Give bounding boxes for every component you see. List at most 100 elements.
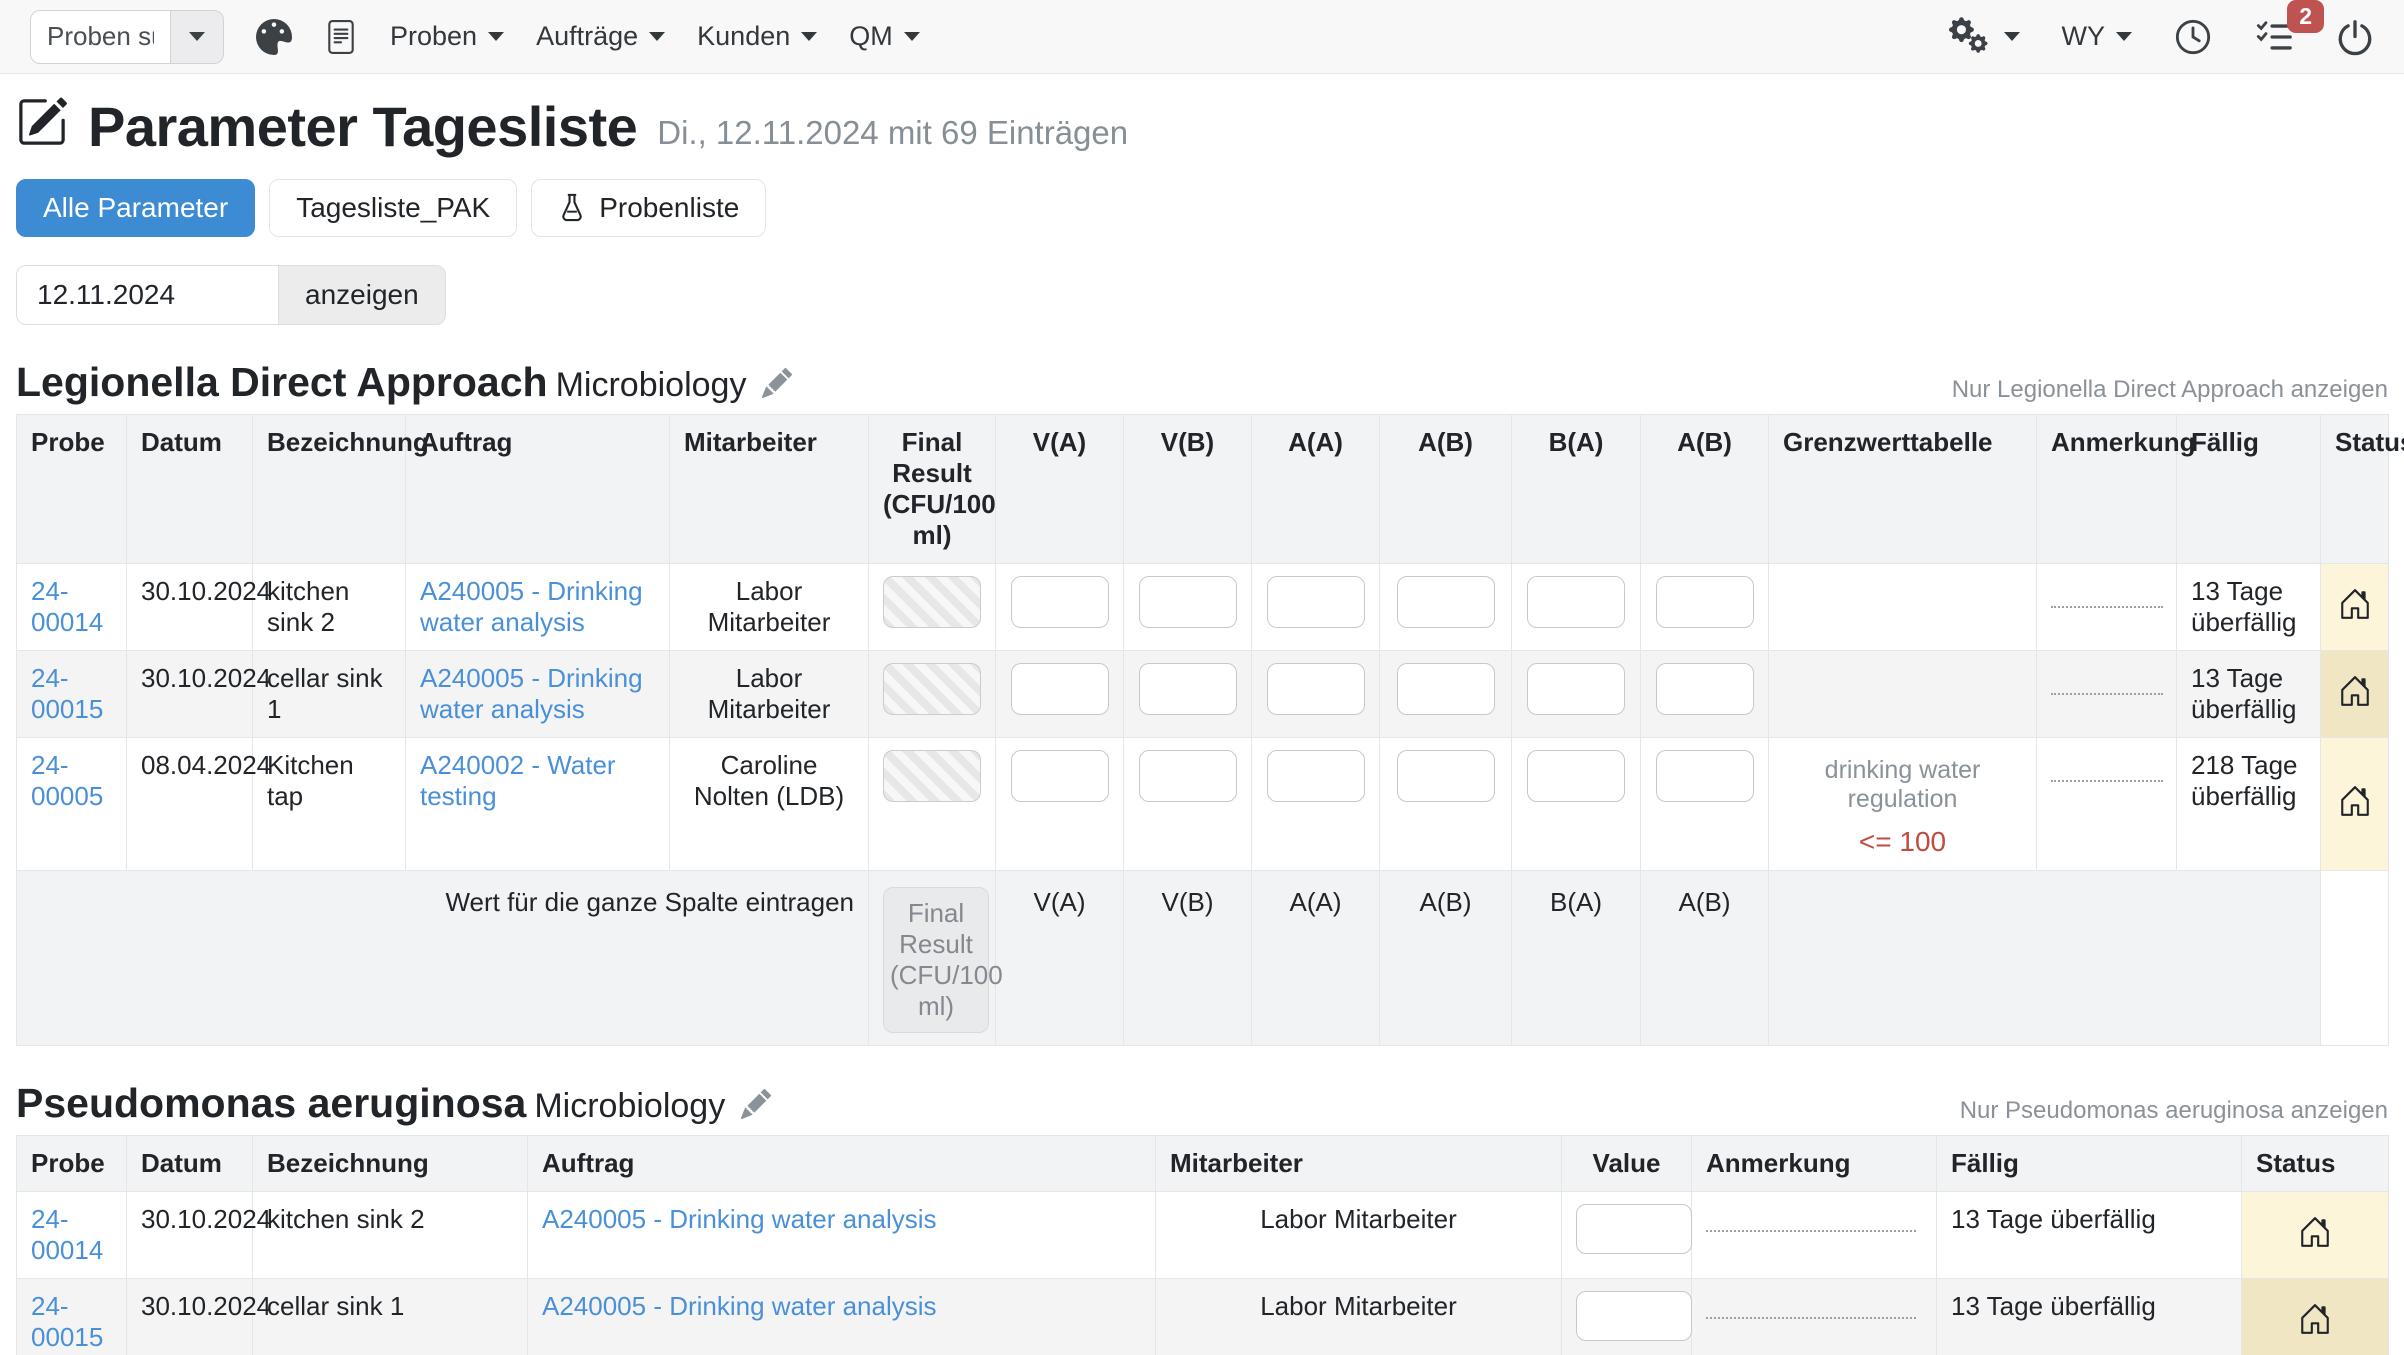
ab-input[interactable] [1397,576,1495,628]
sample-search-group [30,10,224,64]
navbar-right: WY 2 [1949,17,2375,57]
menu-auftraege[interactable]: Aufträge [536,21,665,52]
date-filter: anzeigen [16,265,2388,325]
home-icon[interactable] [2338,684,2372,714]
fill-ab-button[interactable]: A(B) [1420,887,1472,918]
ab-input[interactable] [1397,750,1495,802]
footer-status-spacer [2321,871,2389,1046]
aa-input[interactable] [1267,750,1365,802]
col-va: V(A) [996,415,1124,564]
vb-input[interactable] [1139,750,1237,802]
chevron-down-icon [488,32,504,41]
chevron-down-icon [801,32,817,41]
anmerkung-field[interactable] [1706,1230,1916,1232]
menu-kunden[interactable]: Kunden [697,21,817,52]
anmerkung-field[interactable] [2051,780,2163,782]
fill-ab2-button[interactable]: A(B) [1679,887,1731,918]
home-icon[interactable] [2298,1225,2332,1255]
table-header-row: Probe Datum Bezeichnung Auftrag Mitarbei… [17,415,2389,564]
ba-input[interactable] [1527,750,1625,802]
user-menu[interactable]: WY [2062,21,2133,52]
ab2-input[interactable] [1656,750,1754,802]
anmerkung-field[interactable] [2051,606,2163,608]
probe-link[interactable]: 24-00015 [31,1291,103,1352]
bezeichnung-cell: kitchen sink 2 [253,564,406,651]
probe-link[interactable]: 24-00015 [31,663,103,724]
search-dropdown-button[interactable] [170,10,224,64]
probe-link[interactable]: 24-00014 [31,1204,103,1265]
fill-vb-button[interactable]: V(B) [1162,887,1214,918]
flask-icon [558,193,586,223]
search-input[interactable] [30,10,170,64]
palette-icon[interactable] [256,19,292,55]
table-row: 24-00014 30.10.2024 kitchen sink 2 A2400… [17,1192,2389,1279]
edit-title-icon[interactable] [16,96,68,157]
ab-input[interactable] [1397,663,1495,715]
ab2-input[interactable] [1656,663,1754,715]
tab-probenliste[interactable]: Probenliste [531,179,766,237]
menu-kunden-label: Kunden [697,21,790,52]
home-icon[interactable] [2338,597,2372,627]
va-input[interactable] [1011,663,1109,715]
menu-qm[interactable]: QM [849,21,920,52]
value-input[interactable] [1576,1204,1692,1254]
home-icon[interactable] [2338,794,2372,824]
auftrag-link[interactable]: A240005 - Drinking water analysis [542,1204,937,1234]
user-code-label: WY [2062,21,2106,52]
fill-va-button[interactable]: V(A) [1034,887,1086,918]
probe-link[interactable]: 24-00005 [31,750,103,811]
chevron-down-icon [904,32,920,41]
menu-proben-label: Proben [390,21,477,52]
filter-pseudomonas-link[interactable]: Nur Pseudomonas aeruginosa anzeigen [1960,1097,2388,1125]
value-input[interactable] [1576,1291,1692,1341]
filter-legionella-link[interactable]: Nur Legionella Direct Approach anzeigen [1952,376,2388,404]
ba-input[interactable] [1527,663,1625,715]
edit-section-icon[interactable] [741,1089,771,1119]
task-list-icon[interactable]: 2 [2254,18,2294,56]
auftrag-link[interactable]: A240005 - Drinking water analysis [420,663,643,724]
ab2-input[interactable] [1656,576,1754,628]
col-datum: Datum [127,1136,253,1192]
table-header-row: Probe Datum Bezeichnung Auftrag Mitarbei… [17,1136,2389,1192]
settings-menu[interactable] [1949,17,2020,57]
vb-input[interactable] [1139,576,1237,628]
fill-final-result-button[interactable]: Final Result (CFU/100 ml) [883,887,989,1033]
table-row: 24-00015 30.10.2024 cellar sink 1 A24000… [17,1279,2389,1355]
tab-tagesliste-pak[interactable]: Tagesliste_PAK [269,179,517,237]
col-datum: Datum [127,415,253,564]
tab-alle-parameter[interactable]: Alle Parameter [16,179,255,237]
aa-input[interactable] [1267,576,1365,628]
faellig-cell: 13 Tage überfällig [1937,1192,2242,1279]
va-input[interactable] [1011,576,1109,628]
fill-aa-button[interactable]: A(A) [1290,887,1342,918]
anmerkung-field[interactable] [2051,693,2163,695]
menu-proben[interactable]: Proben [390,21,504,52]
col-bezeichnung: Bezeichnung [253,415,406,564]
home-icon[interactable] [2298,1312,2332,1342]
edit-section-icon[interactable] [762,368,792,398]
col-probe: Probe [17,1136,127,1192]
power-icon[interactable] [2336,18,2374,56]
fill-ba-button[interactable]: B(A) [1550,887,1602,918]
date-input[interactable] [16,265,278,325]
parameter-name: Legionella Direct Approach [16,359,548,405]
anzeigen-button[interactable]: anzeigen [278,265,446,325]
datum-cell: 30.10.2024 [127,651,253,738]
col-auftrag: Auftrag [406,415,670,564]
menu-qm-label: QM [849,21,893,52]
auftrag-link[interactable]: A240005 - Drinking water analysis [420,576,643,637]
probe-link[interactable]: 24-00014 [31,576,103,637]
aa-input[interactable] [1267,663,1365,715]
clock-icon[interactable] [2174,18,2212,56]
vb-input[interactable] [1139,663,1237,715]
document-icon[interactable] [324,20,358,54]
bezeichnung-cell: cellar sink 1 [253,651,406,738]
va-input[interactable] [1011,750,1109,802]
anmerkung-field[interactable] [1706,1317,1916,1319]
col-ab2: A(B) [1641,415,1769,564]
chevron-down-icon [2116,32,2132,41]
ba-input[interactable] [1527,576,1625,628]
auftrag-link[interactable]: A240005 - Drinking water analysis [542,1291,937,1321]
col-vb: V(B) [1124,415,1252,564]
auftrag-link[interactable]: A240002 - Water testing [420,750,616,811]
